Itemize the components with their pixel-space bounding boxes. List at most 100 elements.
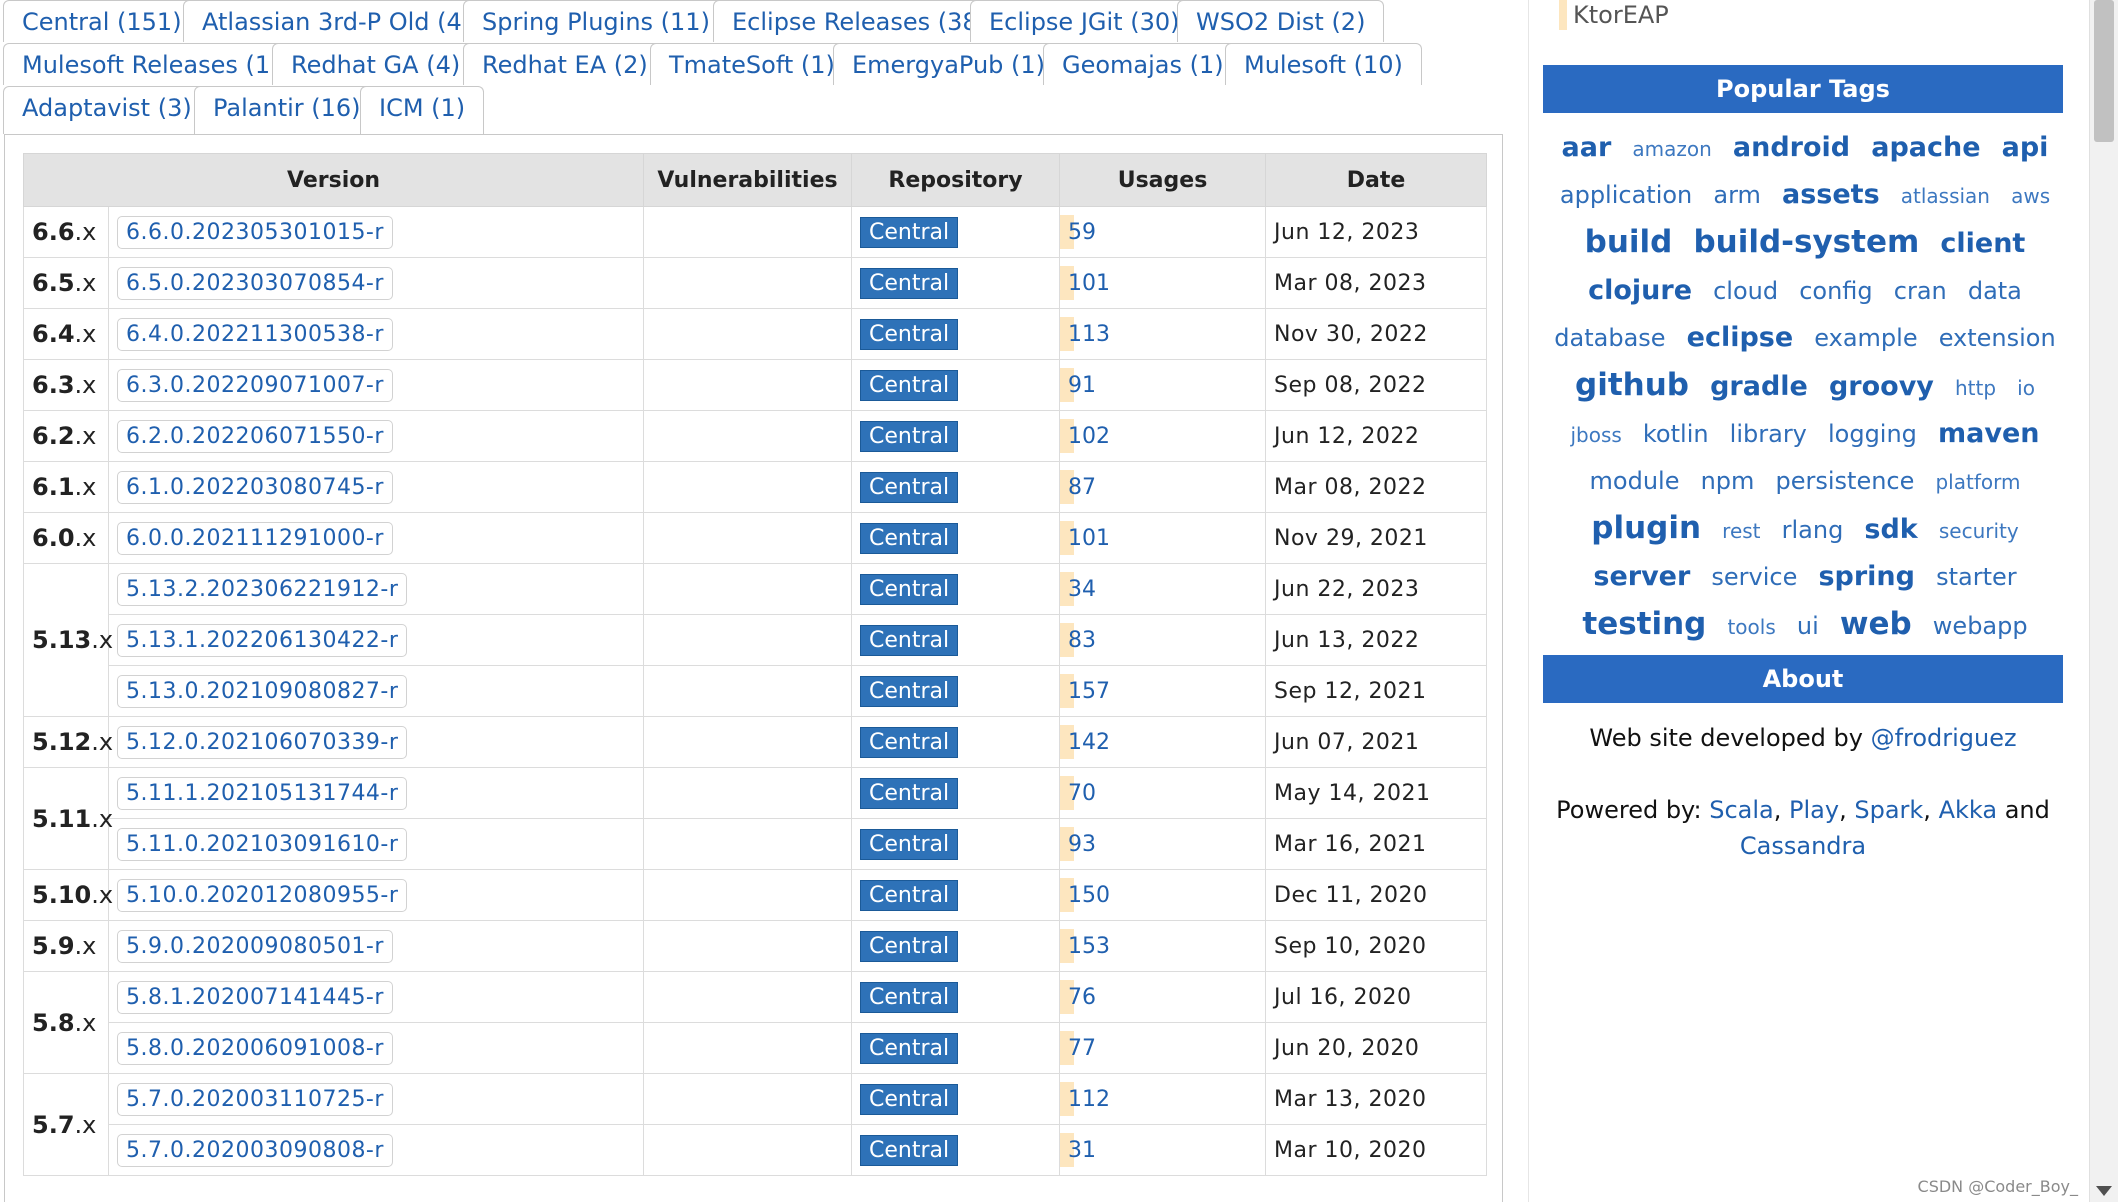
header-version[interactable]: Version [22, 153, 645, 207]
repository-label[interactable]: KtorEAP [1559, 0, 1669, 30]
tag-platform[interactable]: platform [1935, 460, 2020, 504]
repository-badge[interactable]: Central [860, 369, 959, 401]
tag-kotlin[interactable]: kotlin [1643, 412, 1709, 456]
author-link[interactable]: @frodriguez [1871, 724, 2017, 752]
tag-groovy[interactable]: groovy [1829, 365, 1934, 409]
repository-badge[interactable]: Central [860, 930, 959, 962]
tag-library[interactable]: library [1730, 412, 1807, 456]
repository-badge[interactable]: Central [860, 1032, 959, 1064]
version-link[interactable]: 5.10.0.202012080955-r [117, 878, 408, 912]
repository-badge[interactable]: Central [860, 879, 959, 911]
version-link[interactable]: 5.8.1.202007141445-r [117, 980, 393, 1014]
version-link[interactable]: 5.7.0.202003090808-r [117, 1133, 393, 1167]
tag-ui[interactable]: ui [1797, 604, 1819, 648]
tag-github[interactable]: github [1575, 363, 1689, 407]
tag-spring[interactable]: spring [1818, 555, 1915, 599]
version-link[interactable]: 6.2.0.202206071550-r [117, 419, 393, 453]
usages-link[interactable]: 113 [1068, 322, 1110, 347]
cassandra-link[interactable]: Cassandra [1740, 832, 1866, 860]
tab-eclipse-jgit-30[interactable]: Eclipse JGit (30) [970, 0, 1199, 42]
header-vulnerabilities[interactable]: Vulnerabilities [643, 153, 853, 207]
version-link[interactable]: 5.13.0.202109080827-r [117, 674, 408, 708]
version-link[interactable]: 5.9.0.202009080501-r [117, 929, 393, 963]
tag-extension[interactable]: extension [1939, 316, 2056, 360]
tag-plugin[interactable]: plugin [1591, 506, 1701, 550]
tag-service[interactable]: service [1711, 555, 1797, 599]
usages-link[interactable]: 112 [1068, 1087, 1110, 1112]
tag-api[interactable]: api [2002, 126, 2049, 170]
repository-badge[interactable]: Central [860, 318, 959, 350]
repository-badge[interactable]: Central [860, 675, 959, 707]
version-link[interactable]: 6.5.0.202303070854-r [117, 266, 393, 300]
usages-link[interactable]: 76 [1068, 985, 1096, 1010]
tag-sdk[interactable]: sdk [1864, 508, 1917, 552]
usages-link[interactable]: 34 [1068, 577, 1096, 602]
tab-wso2-dist-2[interactable]: WSO2 Dist (2) [1177, 0, 1385, 42]
tag-rlang[interactable]: rlang [1782, 508, 1844, 552]
usages-link[interactable]: 83 [1068, 628, 1096, 653]
tag-eclipse[interactable]: eclipse [1687, 316, 1794, 360]
header-repository[interactable]: Repository [851, 153, 1061, 207]
version-link[interactable]: 6.1.0.202203080745-r [117, 470, 393, 504]
tag-client[interactable]: client [1940, 222, 2025, 266]
tag-aws[interactable]: aws [2011, 174, 2050, 218]
tag-build[interactable]: build [1585, 220, 1673, 264]
tab-emergyapub-1[interactable]: EmergyaPub (1) [833, 43, 1065, 85]
tab-central-151[interactable]: Central (151) [3, 0, 201, 42]
tab-tmatesoft-1[interactable]: TmateSoft (1) [650, 43, 854, 85]
usages-link[interactable]: 142 [1068, 730, 1110, 755]
repository-badge[interactable]: Central [860, 267, 959, 299]
repository-badge[interactable]: Central [860, 573, 959, 605]
tag-atlassian[interactable]: atlassian [1901, 174, 1990, 218]
version-link[interactable]: 5.13.2.202306221912-r [117, 572, 408, 606]
tab-eclipse-releases-38[interactable]: Eclipse Releases (38) [713, 0, 1006, 42]
repository-badge[interactable]: Central [860, 420, 959, 452]
usages-link[interactable]: 31 [1068, 1138, 1096, 1163]
tag-testing[interactable]: testing [1582, 602, 1706, 646]
tag-npm[interactable]: npm [1701, 459, 1755, 503]
scrollbar-thumb[interactable] [2094, 0, 2114, 142]
version-link[interactable]: 5.12.0.202106070339-r [117, 725, 408, 759]
repository-badge[interactable]: Central [860, 828, 959, 860]
repository-badge[interactable]: Central [860, 981, 959, 1013]
usages-link[interactable]: 77 [1068, 1036, 1096, 1061]
tag-aar[interactable]: aar [1562, 126, 1612, 170]
usages-link[interactable]: 93 [1068, 832, 1096, 857]
tag-tools[interactable]: tools [1727, 605, 1775, 649]
scroll-down-arrow-icon[interactable] [2096, 1186, 2112, 1196]
usages-link[interactable]: 91 [1068, 373, 1096, 398]
tag-apache[interactable]: apache [1871, 126, 1980, 170]
tab-redhat-ea-2[interactable]: Redhat EA (2) [463, 43, 667, 85]
repository-badge[interactable]: Central [860, 216, 959, 248]
tag-server[interactable]: server [1593, 555, 1690, 599]
usages-link[interactable]: 70 [1068, 781, 1096, 806]
tag-data[interactable]: data [1968, 269, 2022, 313]
tag-database[interactable]: database [1554, 316, 1665, 360]
tag-assets[interactable]: assets [1782, 173, 1880, 217]
tag-maven[interactable]: maven [1938, 412, 2040, 456]
tag-arm[interactable]: arm [1713, 173, 1761, 217]
usages-link[interactable]: 59 [1068, 220, 1096, 245]
tag-rest[interactable]: rest [1722, 509, 1760, 553]
version-link[interactable]: 5.13.1.202206130422-r [117, 623, 408, 657]
tag-example[interactable]: example [1814, 316, 1917, 360]
tag-module[interactable]: module [1590, 459, 1680, 503]
tag-io[interactable]: io [2017, 366, 2035, 410]
usages-link[interactable]: 87 [1068, 475, 1096, 500]
play-link[interactable]: Play [1789, 796, 1839, 824]
tag-config[interactable]: config [1799, 269, 1872, 313]
tab-geomajas-1[interactable]: Geomajas (1) [1043, 43, 1243, 85]
version-link[interactable]: 5.11.1.202105131744-r [117, 776, 408, 810]
tag-webapp[interactable]: webapp [1933, 604, 2028, 648]
usages-link[interactable]: 102 [1068, 424, 1110, 449]
scala-link[interactable]: Scala [1709, 796, 1774, 824]
repository-badge[interactable]: Central [860, 1083, 959, 1115]
tag-build-system[interactable]: build-system [1693, 220, 1919, 264]
repository-badge[interactable]: Central [860, 1134, 959, 1166]
tag-clojure[interactable]: clojure [1588, 269, 1692, 313]
tag-web[interactable]: web [1840, 602, 1912, 646]
tab-mulesoft-10[interactable]: Mulesoft (10) [1225, 43, 1422, 85]
version-link[interactable]: 5.11.0.202103091610-r [117, 827, 408, 861]
usages-link[interactable]: 150 [1068, 883, 1110, 908]
tab-redhat-ga-4[interactable]: Redhat GA (4) [272, 43, 480, 85]
